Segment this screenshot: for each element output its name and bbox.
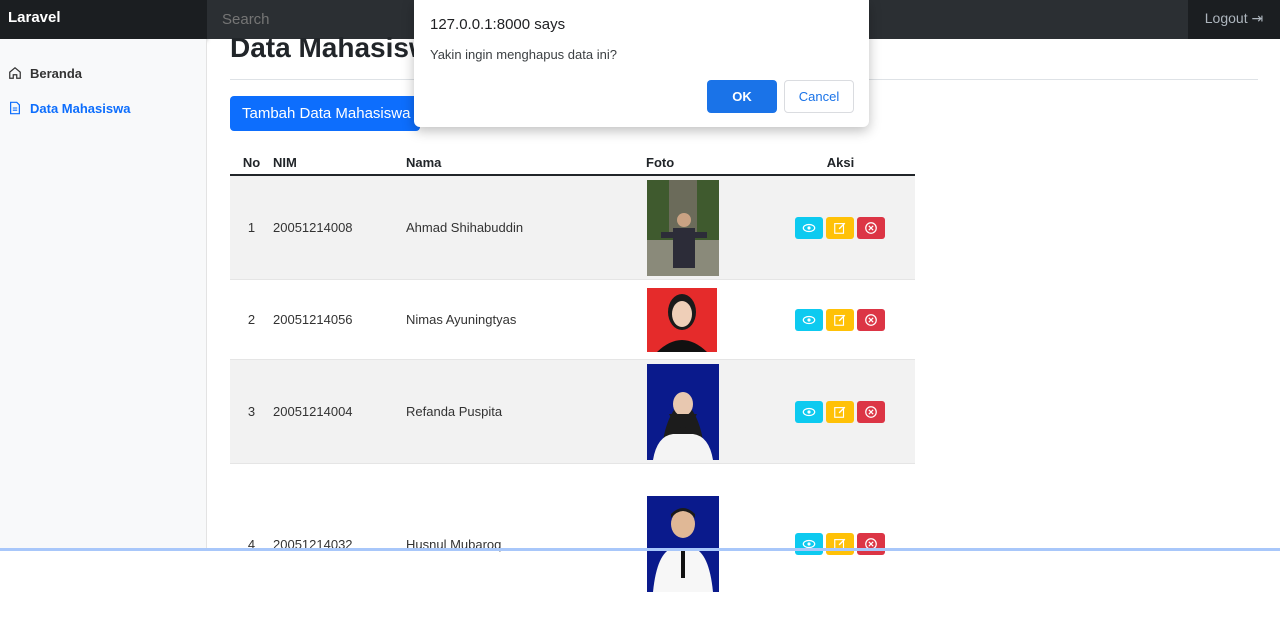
row-actions — [766, 309, 915, 331]
row-nim: 20051214008 — [273, 175, 406, 280]
edit-button[interactable] — [826, 401, 854, 423]
close-circle-icon — [864, 313, 878, 327]
row-actions — [766, 533, 915, 555]
add-mahasiswa-button[interactable]: Tambah Data Mahasiswa — [230, 96, 420, 131]
table-row: 1 20051214008 Ahmad Shihabuddin — [230, 175, 915, 280]
student-photo — [647, 288, 717, 352]
row-nim: 20051214056 — [273, 280, 406, 360]
document-icon — [8, 101, 22, 115]
delete-button[interactable] — [857, 309, 885, 331]
view-button[interactable] — [795, 309, 823, 331]
row-number: 4 — [230, 464, 273, 624]
eye-icon — [802, 405, 816, 419]
table-row: 3 20051214004 Refanda Puspita — [230, 360, 915, 464]
sidebar-item-beranda[interactable]: Beranda — [8, 63, 82, 83]
logout-button[interactable]: Logout ⇥ — [1188, 0, 1280, 39]
edit-button[interactable] — [826, 533, 854, 555]
row-actions — [766, 401, 915, 423]
sidebar-item-label: Data Mahasiswa — [30, 101, 130, 116]
delete-button[interactable] — [857, 401, 885, 423]
column-header: NIM — [273, 150, 406, 175]
edit-button[interactable] — [826, 309, 854, 331]
row-nama: Refanda Puspita — [406, 360, 646, 464]
cancel-button[interactable]: Cancel — [784, 80, 854, 113]
table-row: 2 20051214056 Nimas Ayuningtyas — [230, 280, 915, 360]
logout-label: Logout — [1205, 10, 1248, 26]
edit-icon — [833, 221, 847, 235]
dialog-title: 127.0.0.1:8000 says — [430, 16, 565, 33]
column-header: Foto — [646, 150, 766, 175]
close-circle-icon — [864, 221, 878, 235]
row-actions — [766, 217, 915, 239]
ok-button[interactable]: OK — [707, 80, 777, 113]
row-number: 2 — [230, 280, 273, 360]
row-nama: Husnul Mubaroq — [406, 464, 646, 624]
eye-icon — [802, 313, 816, 327]
row-nama: Nimas Ayuningtyas — [406, 280, 646, 360]
dialog-message: Yakin ingin menghapus data ini? — [430, 47, 617, 62]
delete-button[interactable] — [857, 217, 885, 239]
row-nama: Ahmad Shihabuddin — [406, 175, 646, 280]
edit-icon — [833, 313, 847, 327]
view-button[interactable] — [795, 401, 823, 423]
row-nim: 20051214004 — [273, 360, 406, 464]
student-photo — [647, 180, 719, 276]
home-icon — [8, 66, 22, 80]
mahasiswa-table: No NIM Nama Foto Aksi 1 20051214008 Ahma… — [230, 150, 915, 624]
confirm-dialog: 127.0.0.1:8000 says Yakin ingin menghapu… — [414, 0, 869, 127]
brand-logo[interactable]: Laravel — [0, 0, 207, 39]
row-number: 3 — [230, 360, 273, 464]
sidebar-item-data-mahasiswa[interactable]: Data Mahasiswa — [8, 98, 130, 118]
delete-button[interactable] — [857, 533, 885, 555]
edit-button[interactable] — [826, 217, 854, 239]
student-photo — [647, 364, 719, 460]
close-circle-icon — [864, 405, 878, 419]
view-button[interactable] — [795, 533, 823, 555]
sidebar: Beranda Data Mahasiswa — [0, 39, 207, 551]
edit-icon — [833, 405, 847, 419]
sidebar-item-label: Beranda — [30, 66, 82, 81]
column-header: Aksi — [766, 150, 915, 175]
row-nim: 20051214032 — [273, 464, 406, 624]
column-header: No — [230, 150, 273, 175]
student-photo — [647, 496, 719, 592]
column-header: Nama — [406, 150, 646, 175]
view-button[interactable] — [795, 217, 823, 239]
logout-icon: ⇥ — [1251, 10, 1263, 26]
table-row: 4 20051214032 Husnul Mubaroq — [230, 464, 915, 624]
row-number: 1 — [230, 175, 273, 280]
eye-icon — [802, 221, 816, 235]
